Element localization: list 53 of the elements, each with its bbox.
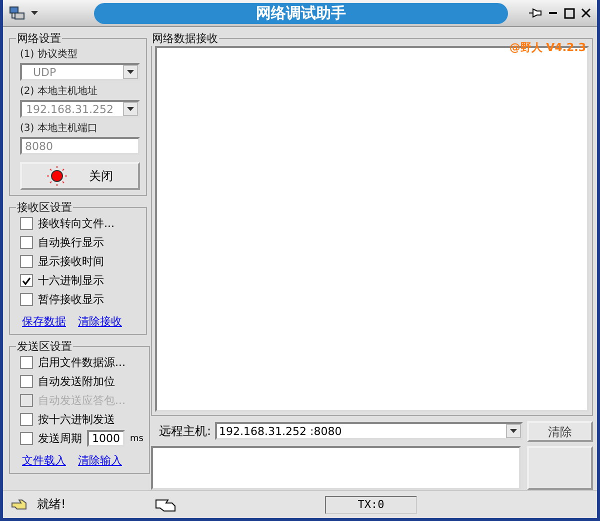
checkbox[interactable] xyxy=(20,236,33,249)
version-label: @野人 V4.2.3 xyxy=(509,40,586,55)
close-connection-button[interactable]: 关闭 xyxy=(20,162,140,190)
checkbox[interactable] xyxy=(20,413,33,426)
close-icon[interactable] xyxy=(581,8,591,18)
checkbox-label: 十六进制显示 xyxy=(38,273,104,288)
remote-host-label: 远程主机: xyxy=(159,422,212,440)
pointing-hand-icon xyxy=(11,498,29,512)
window-title: 网络调试助手 xyxy=(94,2,508,24)
checkbox-label: 显示接收时间 xyxy=(38,254,104,269)
field-label: (1) 协议类型 xyxy=(20,48,78,61)
checkbox[interactable] xyxy=(20,432,33,445)
group-title: 发送区设置 xyxy=(16,339,73,354)
dropdown-arrow-icon xyxy=(510,429,517,433)
unit-label: ms xyxy=(130,434,144,444)
checkbox[interactable] xyxy=(20,274,33,287)
checkbox[interactable] xyxy=(20,293,33,306)
dropdown-arrow-icon xyxy=(127,70,134,74)
action-link[interactable]: 清除输入 xyxy=(78,453,122,468)
status-light-icon xyxy=(47,166,67,186)
dropdown-arrow-icon xyxy=(127,107,134,111)
action-link[interactable]: 清除接收 xyxy=(78,314,122,329)
action-link[interactable]: 文件载入 xyxy=(22,453,66,468)
pin-icon[interactable] xyxy=(528,7,542,19)
field-label: (3) 本地主机端口 xyxy=(20,122,98,135)
checkbox-label: 自动发送附加位 xyxy=(38,374,115,389)
tx-counter: TX:0 xyxy=(325,496,417,514)
action-link[interactable]: 保存数据 xyxy=(22,314,66,329)
group-title: 接收区设置 xyxy=(16,200,73,215)
remote-host-dropdown[interactable]: 192.168.31.252 :8080 xyxy=(215,422,523,440)
field-label: (2) 本地主机地址 xyxy=(20,84,98,98)
checkbox-label: 启用文件数据源... xyxy=(38,355,126,370)
pointing-hand-icon xyxy=(155,496,177,512)
maximize-icon[interactable] xyxy=(564,8,575,18)
checkbox-label: 暂停接收显示 xyxy=(38,292,104,307)
checkbox[interactable] xyxy=(20,217,33,230)
blank-button[interactable] xyxy=(527,446,593,490)
checkbox-label: 自动换行显示 xyxy=(38,235,104,250)
network-computer-icon[interactable] xyxy=(9,6,25,20)
checkbox-label: 按十六进制发送 xyxy=(38,412,115,427)
dropdown-arrow-icon xyxy=(31,11,38,15)
minimize-icon[interactable] xyxy=(548,11,558,15)
send-text-area[interactable] xyxy=(151,446,521,490)
status-message: 就绪! xyxy=(37,496,67,513)
clear-button[interactable]: 清除 xyxy=(527,420,593,442)
group-title: 网络数据接收 xyxy=(151,31,219,46)
checkbox-label: 接收转向文件... xyxy=(38,216,114,231)
group-title: 网络设置 xyxy=(16,31,62,46)
checkbox[interactable] xyxy=(20,356,33,369)
checkbox[interactable] xyxy=(20,255,33,268)
checkbox-label: 发送周期 xyxy=(38,431,82,446)
period-field[interactable]: 1000 xyxy=(87,430,125,447)
checkbox[interactable] xyxy=(20,375,33,388)
